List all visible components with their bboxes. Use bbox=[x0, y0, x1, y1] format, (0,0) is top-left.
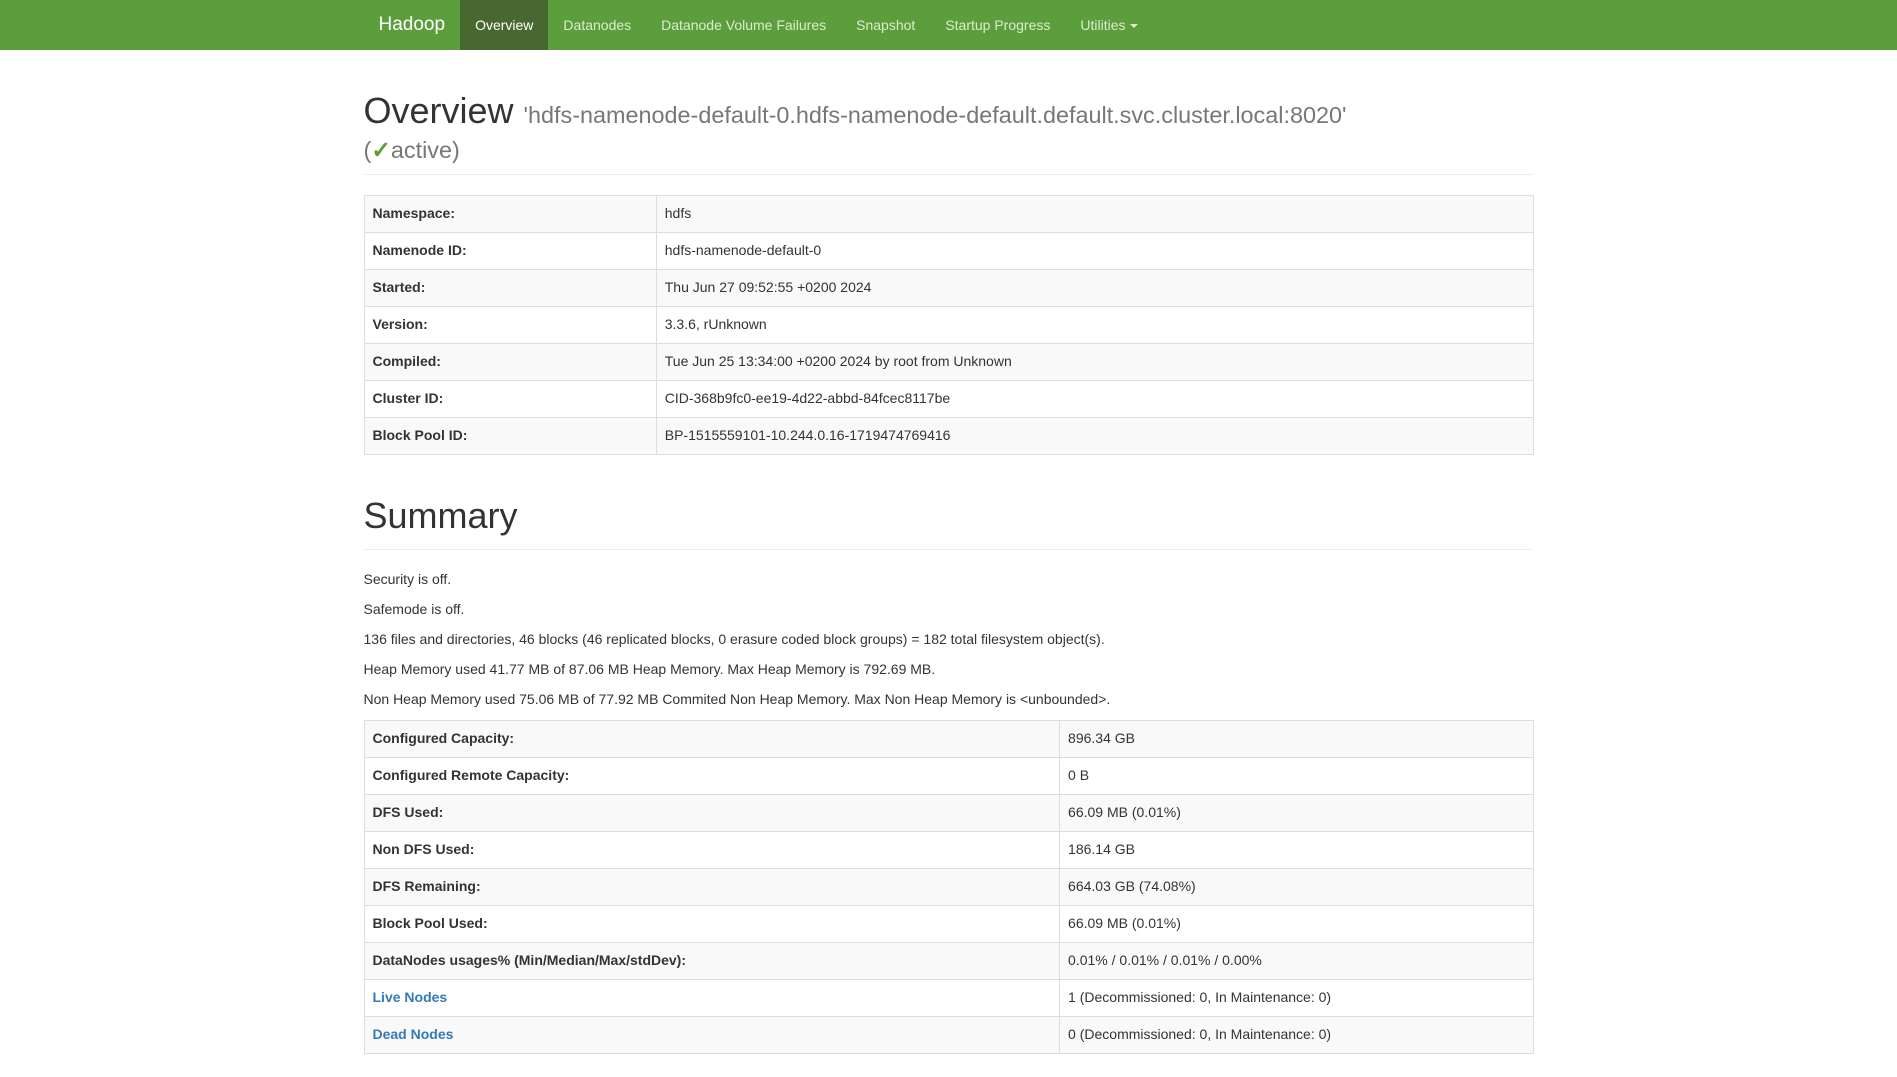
caret-down-icon bbox=[1130, 24, 1138, 28]
summary-table: Configured Capacity:896.34 GBConfigured … bbox=[364, 720, 1534, 1054]
row-value-block-pool-id: BP-1515559101-10.244.0.16-1719474769416 bbox=[656, 418, 1533, 455]
nav-label: Startup Progress bbox=[945, 17, 1050, 33]
table-row-configured-remote-capacity: Configured Remote Capacity:0 B bbox=[364, 757, 1533, 794]
row-value-non-dfs-used: 186.14 GB bbox=[1060, 831, 1533, 868]
row-label-dfs-remaining: DFS Remaining: bbox=[364, 868, 1060, 905]
live-nodes-link[interactable]: Live Nodes bbox=[373, 989, 448, 1005]
nav-link-datanode-volume-failures[interactable]: Datanode Volume Failures bbox=[646, 0, 841, 50]
row-value-live-nodes: 1 (Decommissioned: 0, In Maintenance: 0) bbox=[1060, 979, 1533, 1016]
navbar: Hadoop Overview Datanodes Datanode Volume … bbox=[0, 0, 1897, 50]
summary-line: 136 files and directories, 46 blocks (46… bbox=[364, 630, 1534, 650]
nav-item-datanodes: Datanodes bbox=[548, 0, 646, 50]
table-row-namespace: Namespace:hdfs bbox=[364, 196, 1533, 233]
table-row-datanodes-usages-min-median-max-stddev: DataNodes usages% (Min/Median/Max/stdDev… bbox=[364, 942, 1533, 979]
nav-item-overview: Overview bbox=[460, 0, 548, 50]
navbar-brand[interactable]: Hadoop bbox=[364, 0, 461, 50]
nav-link-datanodes[interactable]: Datanodes bbox=[548, 0, 646, 50]
row-label-block-pool-id: Block Pool ID: bbox=[364, 418, 656, 455]
nav-link-startup-progress[interactable]: Startup Progress bbox=[930, 0, 1065, 50]
row-label-version: Version: bbox=[364, 307, 656, 344]
row-value-block-pool-used: 66.09 MB (0.01%) bbox=[1060, 905, 1533, 942]
namenode-info-table: Namespace:hdfsNamenode ID:hdfs-namenode-… bbox=[364, 195, 1534, 455]
row-value-namenode-id: hdfs-namenode-default-0 bbox=[656, 233, 1533, 270]
row-value-version: 3.3.6, rUnknown bbox=[656, 307, 1533, 344]
summary-header: Summary bbox=[364, 493, 1534, 550]
check-icon: ✓ bbox=[371, 137, 391, 163]
summary-line: Heap Memory used 41.77 MB of 87.06 MB He… bbox=[364, 660, 1534, 680]
row-label-datanodes-usages-min-median-max-stddev: DataNodes usages% (Min/Median/Max/stdDev… bbox=[364, 942, 1060, 979]
table-row-configured-capacity: Configured Capacity:896.34 GB bbox=[364, 720, 1533, 757]
row-label-namespace: Namespace: bbox=[364, 196, 656, 233]
nav-item-snapshot: Snapshot bbox=[841, 0, 930, 50]
summary-line: Security is off. bbox=[364, 570, 1534, 590]
row-value-dfs-used: 66.09 MB (0.01%) bbox=[1060, 794, 1533, 831]
nav-label: Snapshot bbox=[856, 17, 915, 33]
dead-nodes-link[interactable]: Dead Nodes bbox=[373, 1026, 454, 1042]
nav-label: Utilities bbox=[1080, 17, 1125, 33]
nav-label: Overview bbox=[475, 17, 533, 33]
row-label-dfs-used: DFS Used: bbox=[364, 794, 1060, 831]
row-label-dead-nodes: Dead Nodes bbox=[364, 1016, 1060, 1053]
table-row-block-pool-id: Block Pool ID:BP-1515559101-10.244.0.16-… bbox=[364, 418, 1533, 455]
row-label-cluster-id: Cluster ID: bbox=[364, 381, 656, 418]
page-title-text: Overview bbox=[364, 90, 514, 131]
state-label: active bbox=[391, 137, 452, 163]
row-value-started: Thu Jun 27 09:52:55 +0200 2024 bbox=[656, 270, 1533, 307]
table-row-version: Version:3.3.6, rUnknown bbox=[364, 307, 1533, 344]
nav-label: Datanodes bbox=[563, 17, 631, 33]
table-row-block-pool-used: Block Pool Used:66.09 MB (0.01%) bbox=[364, 905, 1533, 942]
nav-link-utilities[interactable]: Utilities bbox=[1065, 0, 1152, 50]
navbar-menu: Overview Datanodes Datanode Volume Failure… bbox=[460, 0, 1152, 50]
overview-header: Overview 'hdfs-namenode-default-0.hdfs-n… bbox=[364, 88, 1534, 175]
summary-line: Safemode is off. bbox=[364, 600, 1534, 620]
nav-link-overview[interactable]: Overview bbox=[460, 0, 548, 50]
row-label-live-nodes: Live Nodes bbox=[364, 979, 1060, 1016]
nav-label: Datanode Volume Failures bbox=[661, 17, 826, 33]
table-row-dfs-used: DFS Used:66.09 MB (0.01%) bbox=[364, 794, 1533, 831]
row-value-datanodes-usages-min-median-max-stddev: 0.01% / 0.01% / 0.01% / 0.00% bbox=[1060, 942, 1533, 979]
row-label-configured-capacity: Configured Capacity: bbox=[364, 720, 1060, 757]
summary-line: Non Heap Memory used 75.06 MB of 77.92 M… bbox=[364, 690, 1534, 710]
nav-link-snapshot[interactable]: Snapshot bbox=[841, 0, 930, 50]
table-row-compiled: Compiled:Tue Jun 25 13:34:00 +0200 2024 … bbox=[364, 344, 1533, 381]
row-value-dead-nodes: 0 (Decommissioned: 0, In Maintenance: 0) bbox=[1060, 1016, 1533, 1053]
namenode-address: 'hdfs-namenode-default-0.hdfs-namenode-d… bbox=[524, 102, 1347, 128]
main-content: Overview 'hdfs-namenode-default-0.hdfs-n… bbox=[349, 88, 1549, 1054]
row-label-block-pool-used: Block Pool Used: bbox=[364, 905, 1060, 942]
row-value-namespace: hdfs bbox=[656, 196, 1533, 233]
row-label-started: Started: bbox=[364, 270, 656, 307]
table-row-non-dfs-used: Non DFS Used:186.14 GB bbox=[364, 831, 1533, 868]
nav-item-datanode-volume-failures: Datanode Volume Failures bbox=[646, 0, 841, 50]
table-row-dead-nodes: Dead Nodes 0 (Decommissioned: 0, In Maint… bbox=[364, 1016, 1533, 1053]
row-value-compiled: Tue Jun 25 13:34:00 +0200 2024 by root f… bbox=[656, 344, 1533, 381]
table-row-namenode-id: Namenode ID:hdfs-namenode-default-0 bbox=[364, 233, 1533, 270]
row-value-configured-remote-capacity: 0 B bbox=[1060, 757, 1533, 794]
table-row-started: Started:Thu Jun 27 09:52:55 +0200 2024 bbox=[364, 270, 1533, 307]
namenode-state: (✓active) bbox=[364, 135, 1534, 165]
row-label-configured-remote-capacity: Configured Remote Capacity: bbox=[364, 757, 1060, 794]
page-title: Overview 'hdfs-namenode-default-0.hdfs-n… bbox=[364, 88, 1534, 165]
summary-title: Summary bbox=[364, 493, 1534, 540]
table-row-cluster-id: Cluster ID:CID-368b9fc0-ee19-4d22-abbd-8… bbox=[364, 381, 1533, 418]
table-row-live-nodes: Live Nodes 1 (Decommissioned: 0, In Maint… bbox=[364, 979, 1533, 1016]
table-row-dfs-remaining: DFS Remaining:664.03 GB (74.08%) bbox=[364, 868, 1533, 905]
summary-lines: Security is off. Safemode is off. 136 file… bbox=[364, 570, 1534, 710]
row-label-namenode-id: Namenode ID: bbox=[364, 233, 656, 270]
row-label-compiled: Compiled: bbox=[364, 344, 656, 381]
row-value-dfs-remaining: 664.03 GB (74.08%) bbox=[1060, 868, 1533, 905]
row-value-cluster-id: CID-368b9fc0-ee19-4d22-abbd-84fcec8117be bbox=[656, 381, 1533, 418]
row-label-non-dfs-used: Non DFS Used: bbox=[364, 831, 1060, 868]
row-value-configured-capacity: 896.34 GB bbox=[1060, 720, 1533, 757]
nav-item-startup-progress: Startup Progress bbox=[930, 0, 1065, 50]
nav-item-utilities: Utilities bbox=[1065, 0, 1152, 50]
state-close-paren: ) bbox=[452, 137, 460, 163]
